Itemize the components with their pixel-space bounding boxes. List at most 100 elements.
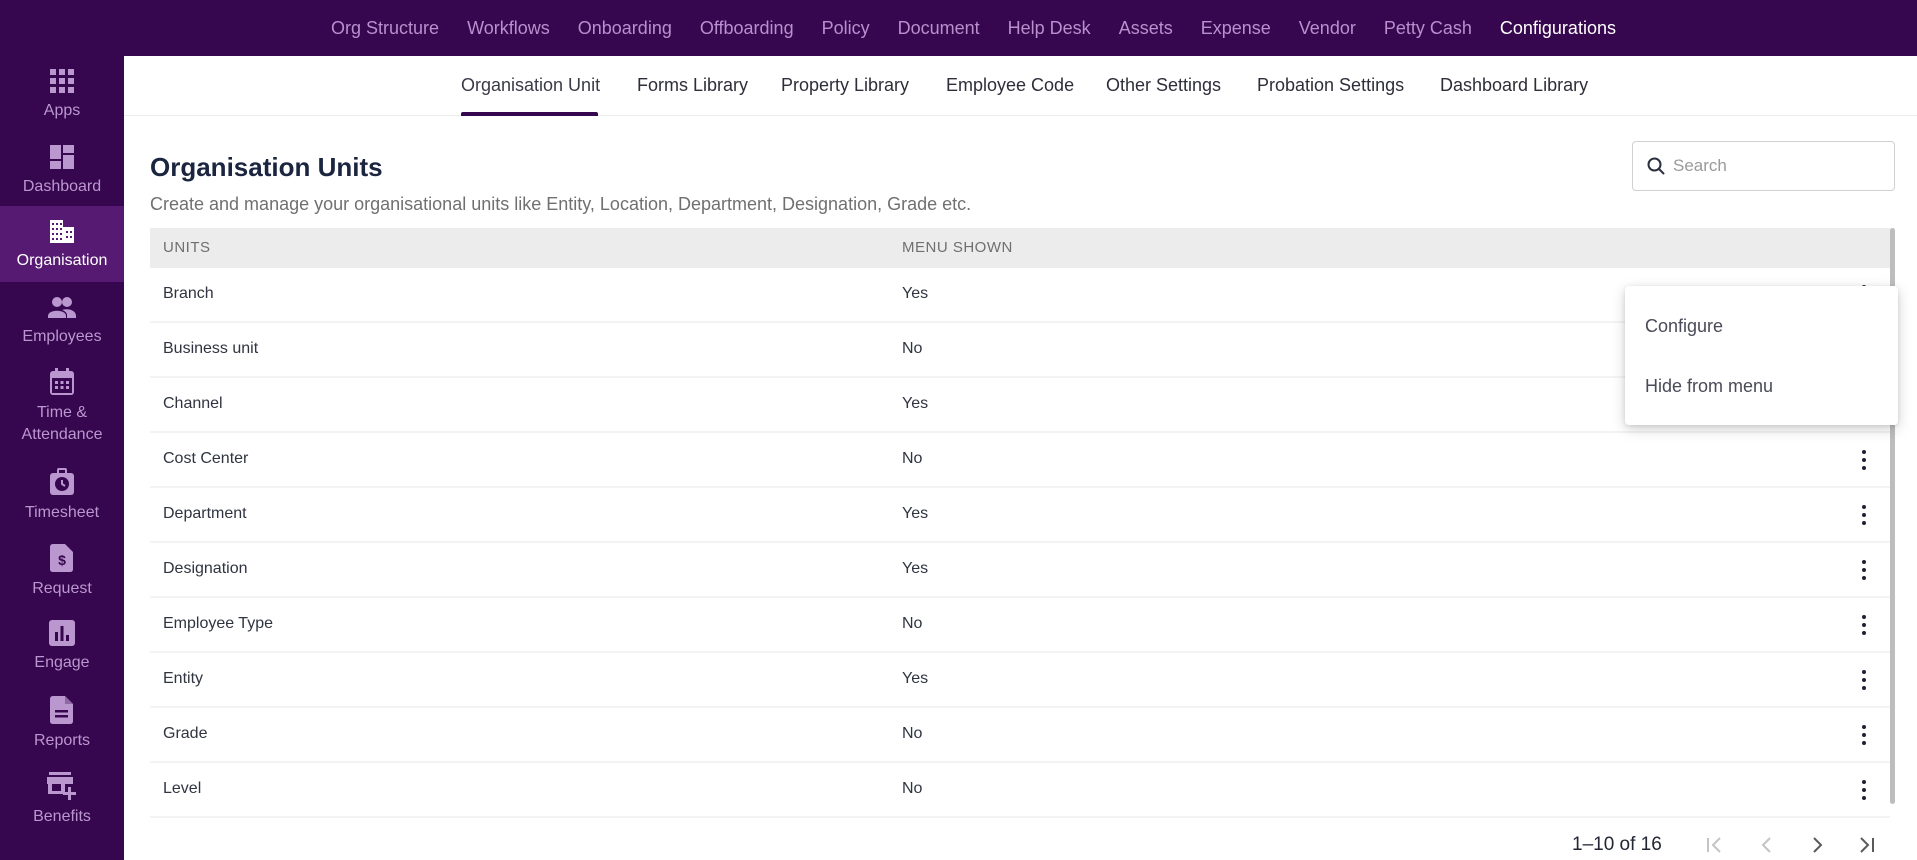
next-page-button[interactable] bbox=[1804, 832, 1830, 858]
sidebar: Apps Dashboard Organisation Employees Ti… bbox=[0, 56, 124, 860]
sidebar-item-engage[interactable]: Engage bbox=[0, 620, 124, 674]
main-content: Organisation Unit Forms Library Property… bbox=[124, 56, 1917, 860]
row-context-menu: Configure Hide from menu bbox=[1625, 286, 1898, 425]
calendar-icon bbox=[50, 368, 74, 395]
more-options-icon[interactable] bbox=[1854, 610, 1874, 640]
menu-shown-cell: No bbox=[902, 780, 923, 797]
sidebar-item-label: Employees bbox=[22, 328, 102, 345]
more-options-icon[interactable] bbox=[1854, 445, 1874, 475]
tab-probation-settings[interactable]: Probation Settings bbox=[1257, 75, 1404, 96]
unit-name-cell: Grade bbox=[163, 725, 208, 742]
menu-shown-cell: No bbox=[902, 725, 923, 742]
sidebar-item-label: Timesheet bbox=[24, 504, 100, 521]
unit-name-cell: Employee Type bbox=[163, 615, 273, 632]
menu-shown-cell: Yes bbox=[902, 395, 929, 412]
tab-employee-code[interactable]: Employee Code bbox=[946, 75, 1074, 96]
sidebar-item-employees[interactable]: Employees bbox=[0, 294, 124, 348]
sidebar-item-apps[interactable]: Apps bbox=[0, 68, 124, 122]
page-subtitle: Create and manage your organisational un… bbox=[150, 194, 972, 214]
tab-other-settings[interactable]: Other Settings bbox=[1106, 75, 1221, 96]
sidebar-item-label: Time & Attendance bbox=[21, 404, 103, 443]
active-tab-indicator bbox=[461, 112, 598, 116]
top-nav-policy[interactable]: Policy bbox=[822, 18, 870, 39]
apps-grid-icon bbox=[50, 69, 74, 93]
sidebar-item-dashboard[interactable]: Dashboard bbox=[0, 144, 124, 198]
more-options-icon[interactable] bbox=[1854, 555, 1874, 585]
last-page-button[interactable] bbox=[1854, 832, 1880, 858]
tab-property-library[interactable]: Property Library bbox=[781, 75, 909, 96]
top-nav-assets[interactable]: Assets bbox=[1119, 18, 1173, 39]
document-icon bbox=[50, 696, 73, 724]
sidebar-item-label: Engage bbox=[34, 654, 90, 671]
svg-text:$: $ bbox=[58, 552, 66, 568]
top-nav-vendor[interactable]: Vendor bbox=[1299, 18, 1356, 39]
table-header: UNITS MENU SHOWN bbox=[150, 228, 1890, 268]
top-nav-petty-cash[interactable]: Petty Cash bbox=[1384, 18, 1472, 39]
top-nav-onboarding[interactable]: Onboarding bbox=[578, 18, 672, 39]
tab-dashboard-library[interactable]: Dashboard Library bbox=[1440, 75, 1588, 96]
chevron-left-icon bbox=[1761, 837, 1771, 853]
menu-shown-cell: Yes bbox=[902, 670, 929, 687]
top-nav-configurations[interactable]: Configurations bbox=[1500, 18, 1616, 39]
sidebar-item-label: Request bbox=[32, 580, 92, 597]
sidebar-item-timesheet[interactable]: Timesheet bbox=[0, 468, 124, 524]
table-row[interactable]: Grade No bbox=[150, 708, 1890, 763]
top-nav-org-structure[interactable]: Org Structure bbox=[331, 18, 439, 39]
sidebar-item-label: Dashboard bbox=[22, 178, 102, 195]
table-row[interactable]: Entity Yes bbox=[150, 653, 1890, 708]
tab-forms-library[interactable]: Forms Library bbox=[637, 75, 748, 96]
more-options-icon[interactable] bbox=[1854, 500, 1874, 530]
sidebar-item-time-attendance[interactable]: Time & Attendance bbox=[0, 368, 124, 446]
search-box[interactable] bbox=[1632, 141, 1895, 191]
request-dollar-icon: $ bbox=[50, 544, 73, 572]
sidebar-item-request[interactable]: $ Request bbox=[0, 544, 124, 600]
bar-chart-icon bbox=[49, 620, 75, 646]
store-plus-icon bbox=[47, 772, 76, 800]
sidebar-item-benefits[interactable]: Benefits bbox=[0, 772, 124, 828]
search-input[interactable] bbox=[1673, 156, 1873, 176]
unit-name-cell: Business unit bbox=[163, 340, 259, 357]
more-options-icon[interactable] bbox=[1854, 775, 1874, 805]
top-bar: Org Structure Workflows Onboarding Offbo… bbox=[0, 0, 1917, 56]
table-row[interactable]: Cost Center No bbox=[150, 433, 1890, 488]
first-page-icon bbox=[1707, 837, 1721, 853]
top-nav-help-desk[interactable]: Help Desk bbox=[1008, 18, 1091, 39]
column-header-units[interactable]: UNITS bbox=[163, 239, 211, 256]
more-options-icon[interactable] bbox=[1854, 720, 1874, 750]
sidebar-item-organisation[interactable]: Organisation bbox=[0, 206, 124, 282]
table-row[interactable]: Designation Yes bbox=[150, 543, 1890, 598]
first-page-button[interactable] bbox=[1702, 832, 1728, 858]
unit-name-cell: Cost Center bbox=[163, 450, 249, 467]
table-row[interactable]: Level No bbox=[150, 763, 1890, 818]
top-nav-expense[interactable]: Expense bbox=[1201, 18, 1271, 39]
menu-shown-cell: No bbox=[902, 615, 923, 632]
menu-item-hide-from-menu[interactable]: Hide from menu bbox=[1645, 376, 1773, 397]
top-nav-offboarding[interactable]: Offboarding bbox=[700, 18, 794, 39]
prev-page-button[interactable] bbox=[1754, 832, 1780, 858]
menu-shown-cell: No bbox=[902, 340, 923, 357]
top-nav-workflows[interactable]: Workflows bbox=[467, 18, 550, 39]
sidebar-item-label: Organisation bbox=[16, 252, 108, 269]
menu-shown-cell: Yes bbox=[902, 285, 929, 302]
tab-organisation-unit[interactable]: Organisation Unit bbox=[461, 75, 600, 96]
building-icon bbox=[50, 220, 74, 243]
pagination: 1–10 of 16 bbox=[1560, 830, 1900, 860]
last-page-icon bbox=[1860, 837, 1874, 853]
sub-tabs: Organisation Unit Forms Library Property… bbox=[124, 56, 1917, 116]
menu-item-configure[interactable]: Configure bbox=[1645, 316, 1723, 337]
top-nav-document[interactable]: Document bbox=[898, 18, 980, 39]
unit-name-cell: Department bbox=[163, 505, 247, 522]
unit-name-cell: Level bbox=[163, 780, 202, 797]
more-options-icon[interactable] bbox=[1854, 665, 1874, 695]
table-row[interactable]: Department Yes bbox=[150, 488, 1890, 543]
page-title: Organisation Units bbox=[150, 152, 383, 182]
timesheet-clock-icon bbox=[50, 468, 74, 495]
unit-name-cell: Channel bbox=[163, 395, 223, 412]
column-header-menu-shown[interactable]: MENU SHOWN bbox=[902, 239, 1013, 256]
sidebar-item-reports[interactable]: Reports bbox=[0, 696, 124, 752]
dashboard-icon bbox=[50, 145, 74, 169]
search-icon bbox=[1647, 157, 1665, 175]
table-row[interactable]: Employee Type No bbox=[150, 598, 1890, 653]
unit-name-cell: Entity bbox=[163, 670, 204, 687]
menu-shown-cell: Yes bbox=[902, 505, 929, 522]
